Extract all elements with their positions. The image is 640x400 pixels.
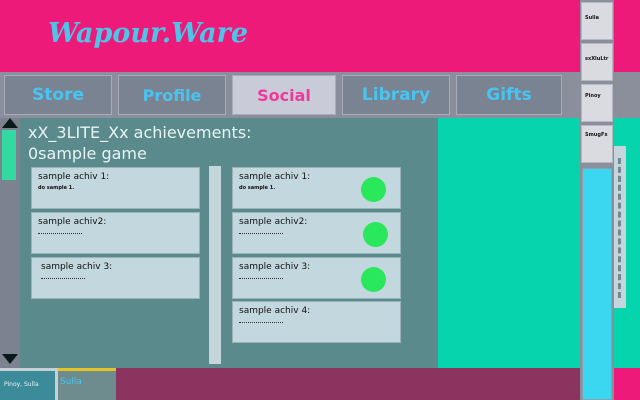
achievement-desc-placeholder bbox=[239, 233, 283, 234]
friend-item[interactable]: SmugFx bbox=[581, 125, 613, 163]
achievement-card[interactable]: sample achiv 1: do sample 1. bbox=[31, 167, 200, 209]
achievements-title: xX_3LITE_Xx achievements: 0sample game bbox=[28, 122, 428, 164]
chat-tab[interactable]: Pinoy, Sulla bbox=[0, 368, 58, 400]
achievement-desc-placeholder bbox=[239, 278, 283, 279]
achievement-desc-placeholder bbox=[41, 278, 85, 279]
achievement-name: sample achiv2: bbox=[38, 217, 107, 227]
achievement-desc-placeholder bbox=[38, 233, 82, 234]
right-edge-panel bbox=[614, 0, 640, 400]
chat-bar: Pinoy, Sulla Sulla bbox=[0, 368, 580, 400]
completed-icon bbox=[363, 222, 388, 247]
achievements-panel: xX_3LITE_Xx achievements: 0sample game s… bbox=[20, 118, 438, 368]
tab-profile[interactable]: Profile bbox=[118, 75, 226, 115]
completed-icon bbox=[361, 267, 386, 292]
achievement-card[interactable]: sample achiv 1: do sample 1. bbox=[232, 167, 401, 209]
left-scrollbar[interactable] bbox=[0, 118, 20, 368]
tab-library[interactable]: Library bbox=[342, 75, 450, 115]
scroll-thumb[interactable] bbox=[2, 130, 16, 180]
achievement-desc: do sample 1. bbox=[239, 185, 276, 191]
friend-name: Sulla bbox=[585, 15, 599, 21]
achievement-card[interactable]: sample achiv2: bbox=[232, 212, 401, 254]
tab-gifts[interactable]: Gifts bbox=[456, 75, 562, 115]
achievement-name: sample achiv 4: bbox=[239, 306, 311, 316]
friends-scroll-area[interactable] bbox=[582, 168, 612, 400]
right-scrollbar-grip[interactable] bbox=[618, 158, 621, 298]
tab-social[interactable]: Social bbox=[232, 75, 336, 115]
chat-tab[interactable]: Sulla bbox=[58, 368, 116, 400]
side-panel bbox=[438, 118, 580, 368]
achievement-name: sample achiv 1: bbox=[38, 172, 110, 182]
friend-name: sxXluLtr bbox=[585, 56, 609, 62]
achievement-card[interactable]: sample achiv 3: bbox=[31, 257, 200, 299]
app-logo: Wapour.Ware bbox=[48, 18, 249, 49]
achievement-name: sample achiv 3: bbox=[239, 262, 311, 272]
achievements-title-game: 0sample game bbox=[28, 144, 147, 163]
friends-list: Sulla sxXluLtr Pinoy SmugFx bbox=[580, 0, 614, 400]
completed-icon bbox=[361, 177, 386, 202]
friend-item[interactable]: sxXluLtr bbox=[581, 43, 613, 81]
achievements-title-user: xX_3LITE_Xx achievements: bbox=[28, 123, 252, 142]
friend-item[interactable]: Sulla bbox=[581, 2, 613, 40]
achievement-name: sample achiv2: bbox=[239, 217, 308, 227]
chat-tab-label: Sulla bbox=[60, 377, 82, 387]
tab-store[interactable]: Store bbox=[4, 75, 112, 115]
achievement-name: sample achiv 1: bbox=[239, 172, 311, 182]
column-divider bbox=[209, 166, 221, 364]
right-edge-nav-fill bbox=[614, 72, 640, 118]
achievement-desc-placeholder bbox=[239, 322, 283, 323]
friend-item[interactable]: Pinoy bbox=[581, 84, 613, 122]
friend-name: SmugFx bbox=[585, 132, 608, 138]
scroll-up-icon[interactable] bbox=[2, 118, 18, 128]
achievement-card[interactable]: sample achiv2: bbox=[31, 212, 200, 254]
achievement-desc: do sample 1. bbox=[38, 185, 75, 191]
achievement-name: sample achiv 3: bbox=[41, 262, 113, 272]
header: Wapour.Ware bbox=[0, 0, 580, 72]
achievement-card[interactable]: sample achiv 4: bbox=[232, 301, 401, 343]
chat-tab-label: Pinoy, Sulla bbox=[4, 381, 39, 388]
friend-name: Pinoy bbox=[585, 93, 601, 99]
achievement-card[interactable]: sample achiv 3: bbox=[232, 257, 401, 299]
main-nav: Store Profile Social Library Gifts bbox=[0, 72, 580, 118]
scroll-down-icon[interactable] bbox=[2, 354, 18, 364]
